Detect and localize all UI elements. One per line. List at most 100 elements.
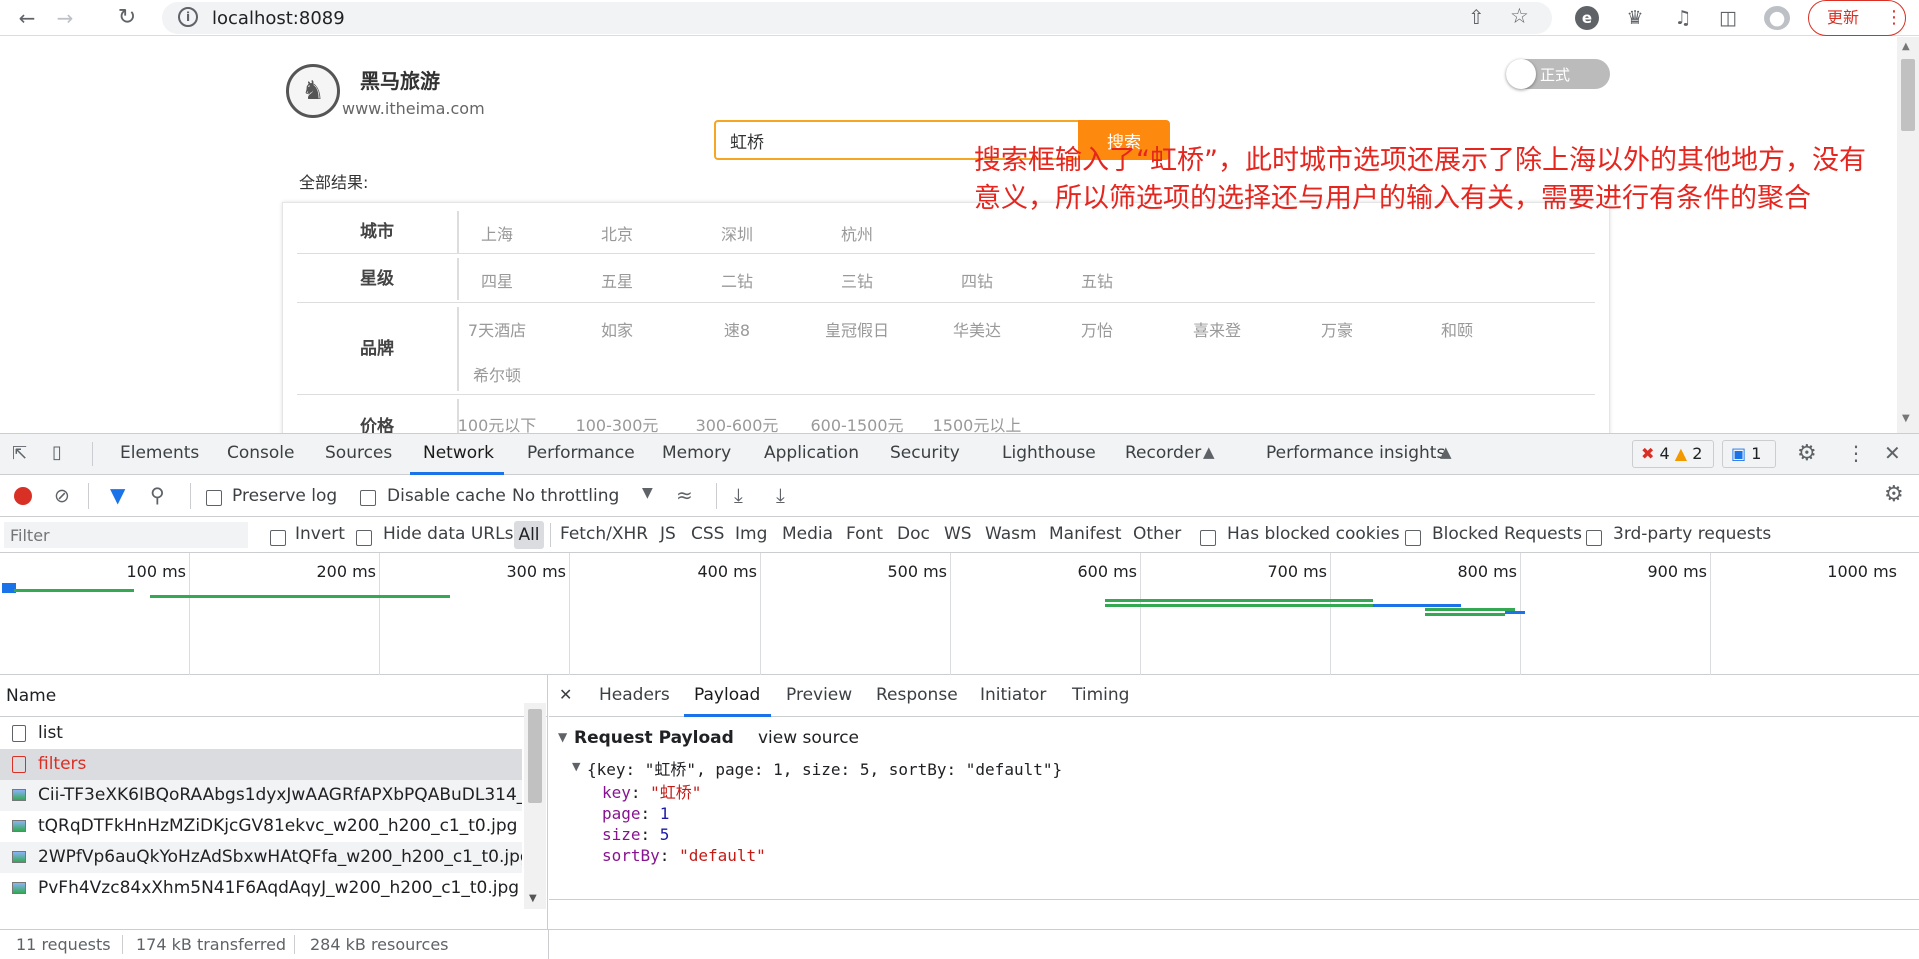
tab-security[interactable]: Security — [890, 443, 960, 463]
address-bar[interactable]: i localhost:8089 ⇧ ☆ — [162, 2, 1552, 34]
back-arrow-icon[interactable]: ← — [12, 4, 42, 32]
issues-counter[interactable]: ✖ 4 ▲ 2 — [1632, 440, 1714, 468]
filter-option[interactable]: 北京 — [567, 221, 667, 245]
page-scrollbar[interactable]: ▲ ▼ — [1897, 37, 1919, 433]
tab-console[interactable]: Console — [227, 443, 295, 463]
filter-option[interactable]: 希尔顿 — [447, 362, 547, 386]
type-filter-img[interactable]: Img — [735, 524, 767, 544]
type-filter-doc[interactable]: Doc — [897, 524, 930, 544]
tab-application[interactable]: Application — [764, 443, 859, 463]
column-header-name[interactable]: Name — [0, 675, 548, 717]
side-panel-icon[interactable]: ◫ — [1715, 6, 1741, 30]
filter-option[interactable]: 华美达 — [927, 317, 1027, 341]
filter-option[interactable]: 和颐 — [1407, 317, 1507, 341]
more-menu-icon[interactable]: ⋮ — [1885, 1, 1903, 35]
tab-performance[interactable]: Performance — [527, 443, 635, 463]
tab-preview[interactable]: Preview — [786, 685, 852, 705]
preserve-log-checkbox[interactable] — [206, 487, 222, 506]
request-row[interactable]: list — [0, 718, 522, 749]
filter-option[interactable]: 五星 — [567, 268, 667, 292]
update-button[interactable]: 更新 ⋮ — [1808, 0, 1906, 36]
filter-funnel-icon[interactable]: ▼ — [110, 483, 125, 507]
scroll-up-icon[interactable]: ▲ — [1902, 41, 1910, 52]
filter-input[interactable] — [4, 522, 248, 548]
inspect-element-icon[interactable]: ⇱ — [12, 443, 27, 464]
filter-option[interactable]: 300-600元 — [687, 412, 787, 433]
network-overview-timeline[interactable]: 100 ms 200 ms 300 ms 400 ms 500 ms 600 m… — [0, 553, 1919, 675]
request-row[interactable]: PvFh4Vzc84xXhm5N41F6AqdAqyJ_w200_h200_c1… — [0, 873, 522, 904]
request-row[interactable]: Cii-TF3eXK6IBQoRAAbgs1dyxJwAAGRfAPXbPQAB… — [0, 780, 522, 811]
gear-icon[interactable]: ⚙ — [1797, 441, 1817, 466]
tab-memory[interactable]: Memory — [662, 443, 731, 463]
site-info-icon[interactable]: i — [178, 7, 198, 27]
filter-option[interactable]: 喜来登 — [1167, 317, 1267, 341]
request-row[interactable]: tQRqDTFkHnHzMZiDKjcGV81ekvc_w200_h200_c1… — [0, 811, 522, 842]
scroll-down-icon[interactable]: ▼ — [529, 893, 537, 904]
type-filter-font[interactable]: Font — [846, 524, 883, 544]
export-har-icon[interactable]: ⤓ — [776, 483, 785, 507]
import-har-icon[interactable]: ⤓ — [734, 483, 743, 507]
tab-payload[interactable]: Payload — [694, 685, 760, 705]
reload-icon[interactable]: ↻ — [112, 4, 142, 32]
type-filter-fetch[interactable]: Fetch/XHR — [560, 524, 648, 544]
bookmark-star-icon[interactable]: ☆ — [1510, 4, 1529, 28]
messages-counter[interactable]: ▣ 1 — [1722, 440, 1776, 468]
tab-response[interactable]: Response — [876, 685, 958, 705]
request-row[interactable]: 2WPfVp6auQkYoHzAdSbxwHAtQFfa_w200_h200_c… — [0, 842, 522, 873]
hide-data-urls-checkbox[interactable] — [356, 527, 372, 546]
env-toggle-switch[interactable]: 正式 — [1506, 59, 1610, 89]
type-filter-ws[interactable]: WS — [944, 524, 972, 544]
request-row-selected[interactable]: filters — [0, 749, 522, 780]
extension-e-icon[interactable]: e — [1575, 6, 1599, 30]
throttling-select[interactable]: No throttling — [512, 486, 619, 506]
type-filter-media[interactable]: Media — [782, 524, 833, 544]
type-filter-css[interactable]: CSS — [691, 524, 724, 544]
filter-option[interactable]: 四钻 — [927, 268, 1027, 292]
kebab-menu-icon[interactable]: ⋮ — [1846, 441, 1866, 465]
clear-icon[interactable]: ⊘ — [54, 485, 70, 507]
blocked-requests-checkbox[interactable] — [1405, 527, 1421, 546]
search-icon[interactable]: ⚲ — [150, 483, 165, 507]
share-icon[interactable]: ⇧ — [1468, 5, 1485, 29]
media-queue-icon[interactable]: ♫ — [1670, 6, 1696, 30]
filter-option[interactable]: 万豪 — [1287, 317, 1387, 341]
filter-option[interactable]: 三钻 — [807, 268, 907, 292]
filter-option[interactable]: 100-300元 — [567, 412, 667, 433]
tab-network[interactable]: Network — [423, 443, 494, 463]
type-filter-all[interactable]: All — [514, 521, 544, 549]
type-filter-other[interactable]: Other — [1133, 524, 1181, 544]
filter-option[interactable]: 1500元以上 — [927, 412, 1027, 433]
filter-option[interactable]: 四星 — [447, 268, 547, 292]
invert-checkbox[interactable] — [270, 527, 286, 546]
tab-performance-insights[interactable]: Performance insights — [1266, 443, 1445, 463]
profile-avatar-icon[interactable]: ● — [1764, 6, 1790, 30]
tab-timing[interactable]: Timing — [1072, 685, 1129, 705]
filter-option[interactable]: 五钻 — [1047, 268, 1147, 292]
expand-triangle-icon[interactable]: ▼ — [572, 760, 580, 773]
filter-option[interactable]: 深圳 — [687, 221, 787, 245]
network-conditions-icon[interactable]: ≈ — [676, 483, 693, 507]
filter-option[interactable]: 如家 — [567, 317, 667, 341]
expand-triangle-icon[interactable]: ▼ — [558, 730, 567, 744]
disable-cache-checkbox[interactable] — [360, 487, 376, 506]
scrollbar-thumb[interactable] — [1901, 59, 1915, 131]
record-icon[interactable] — [14, 487, 32, 505]
blocked-cookies-checkbox[interactable] — [1200, 527, 1216, 546]
tab-sources[interactable]: Sources — [325, 443, 392, 463]
tab-headers[interactable]: Headers — [599, 685, 670, 705]
tab-elements[interactable]: Elements — [120, 443, 199, 463]
filter-option[interactable]: 600-1500元 — [807, 412, 907, 433]
close-detail-icon[interactable]: ✕ — [559, 685, 572, 704]
scrollbar-thumb[interactable] — [528, 709, 542, 803]
device-toolbar-icon[interactable]: ▯ — [52, 442, 62, 463]
request-list-scrollbar[interactable]: ▼ — [524, 703, 546, 909]
third-party-checkbox[interactable] — [1586, 527, 1602, 546]
forward-arrow-icon[interactable]: → — [50, 4, 80, 32]
view-source-link[interactable]: view source — [758, 728, 859, 748]
close-icon[interactable]: ✕ — [1884, 441, 1901, 465]
tab-initiator[interactable]: Initiator — [980, 685, 1046, 705]
chevron-down-icon[interactable]: ▼ — [642, 485, 653, 501]
scroll-down-icon[interactable]: ▼ — [1902, 413, 1910, 424]
type-filter-js[interactable]: JS — [660, 524, 676, 544]
filter-option[interactable]: 100元以下 — [447, 412, 547, 433]
